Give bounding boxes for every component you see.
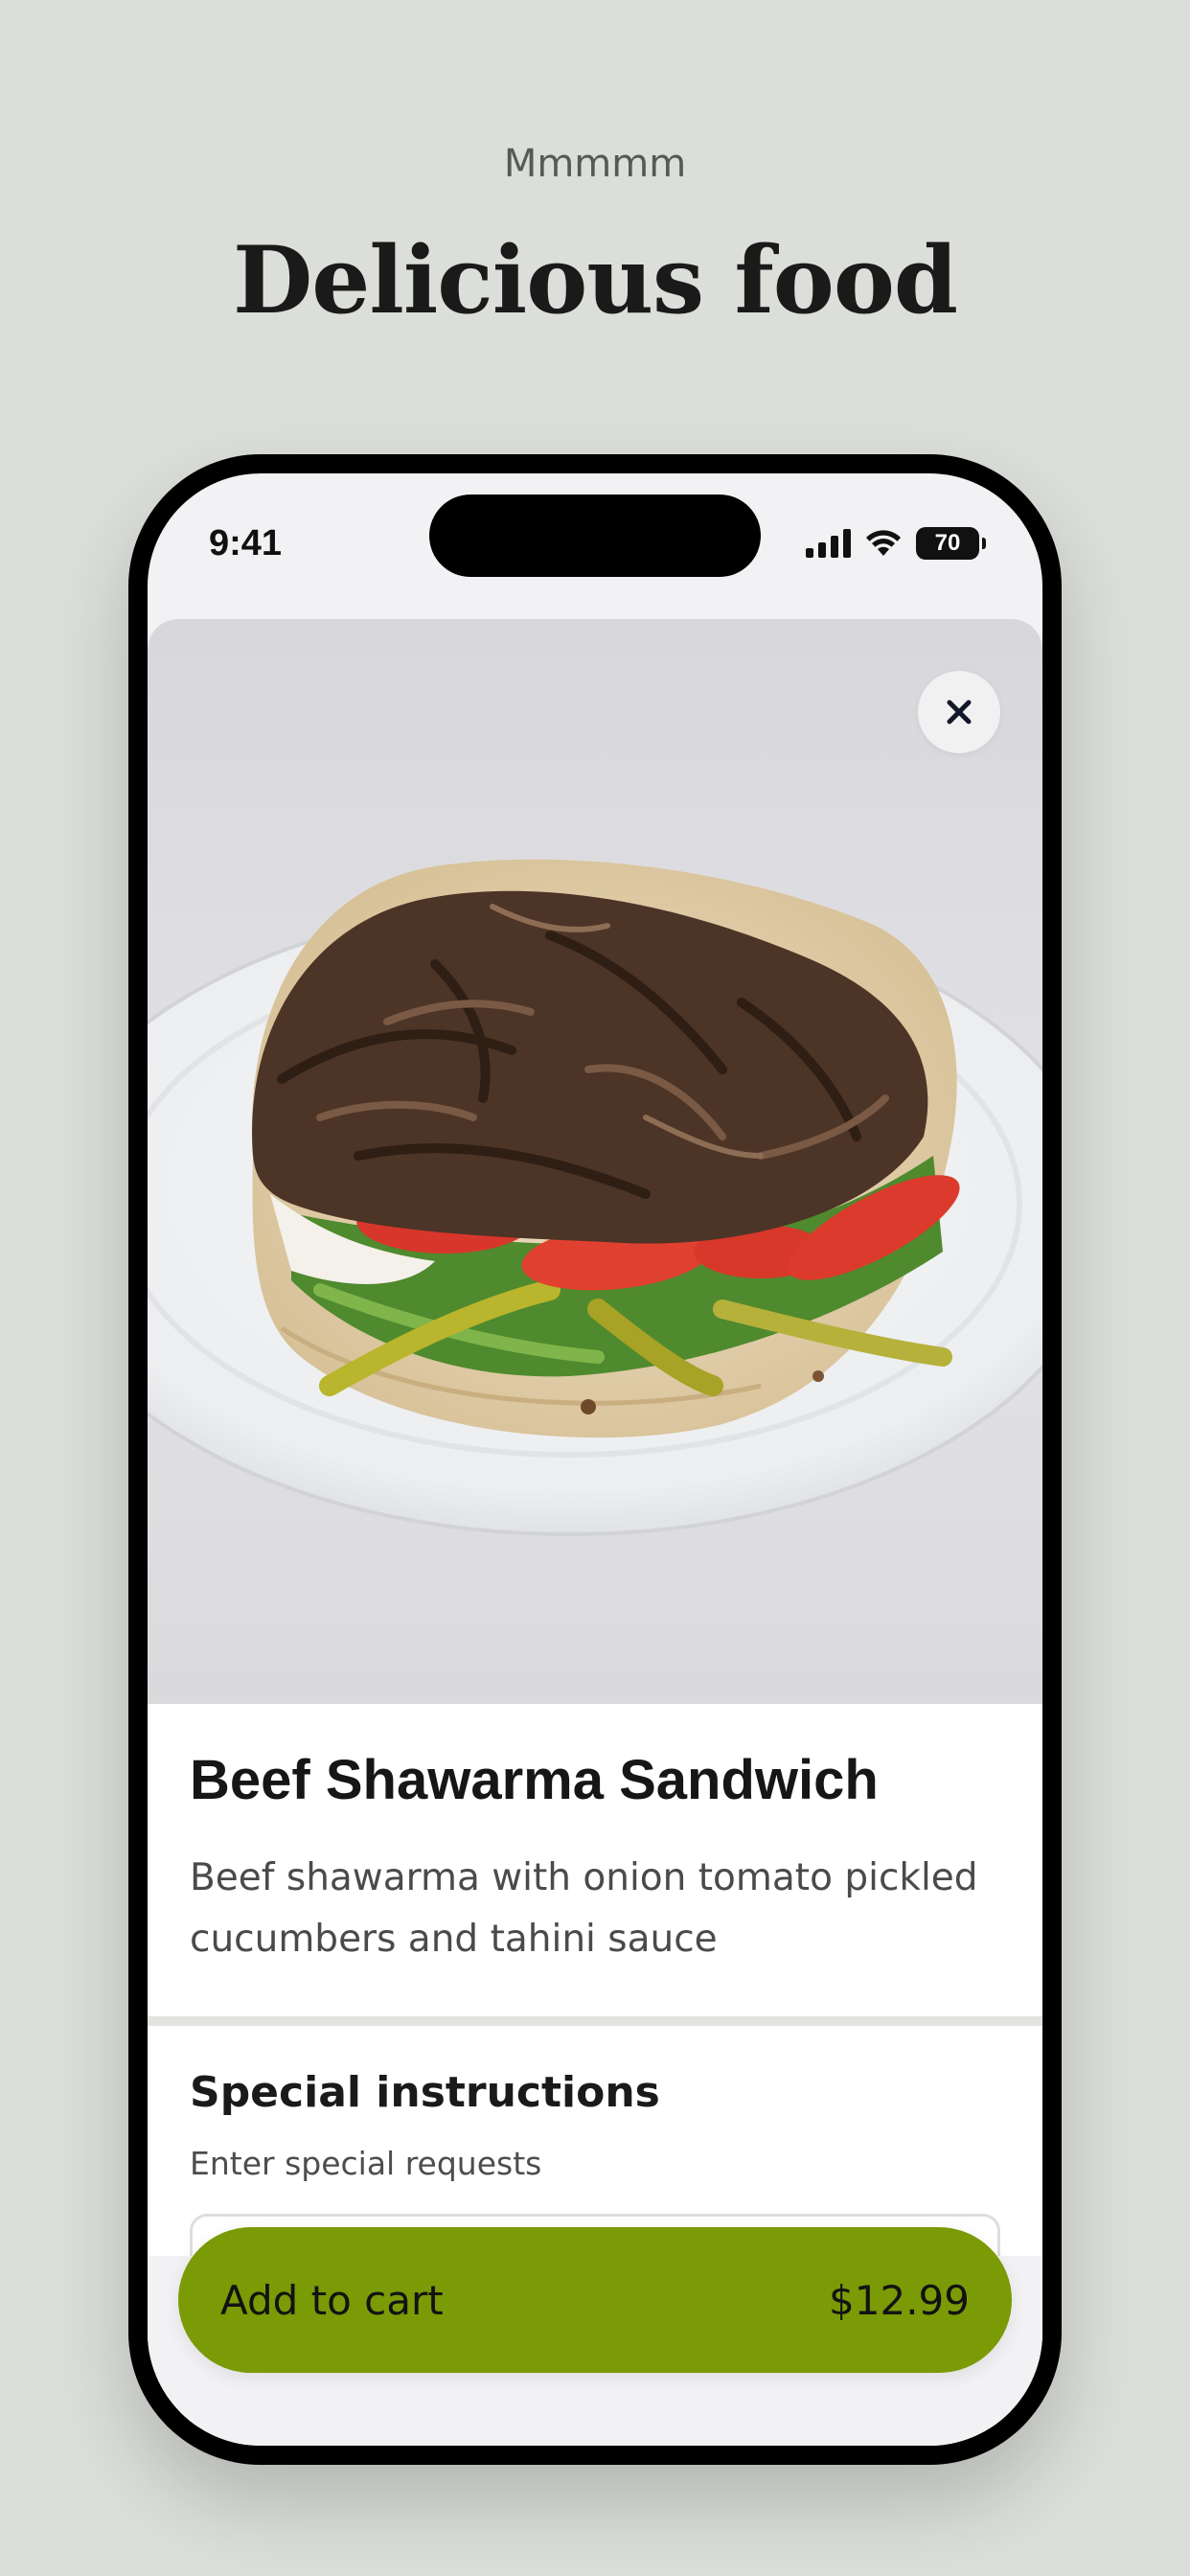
close-icon <box>947 700 972 724</box>
signal-icon <box>806 529 851 558</box>
shawarma-photo <box>148 619 1042 1704</box>
instructions-title: Special instructions <box>190 2068 660 2117</box>
add-to-cart-price: $12.99 <box>829 2276 970 2324</box>
headline: Delicious food <box>233 226 958 334</box>
status-time: 9:41 <box>209 523 283 564</box>
status-icons: 70 <box>806 527 986 560</box>
wifi-icon <box>866 530 901 556</box>
product-description: Beef shawarma with onion tomato pickled … <box>190 1856 978 1961</box>
section-divider <box>148 2016 1042 2026</box>
phone-screen: 9:41 70 Beef Shawarma Sandwich Beef shaw… <box>148 473 1042 2446</box>
product-title: Beef Shawarma Sandwich <box>190 1749 879 1811</box>
add-to-cart-button[interactable]: Add to cart $12.99 <box>178 2227 1012 2373</box>
close-button[interactable] <box>918 671 1000 753</box>
phone-frame: 9:41 70 Beef Shawarma Sandwich Beef shaw… <box>128 454 1062 2465</box>
add-to-cart-label: Add to cart <box>220 2276 444 2324</box>
product-sheet: Beef Shawarma Sandwich Beef shawarma wit… <box>148 619 1042 2446</box>
eyebrow-text: Mmmmm <box>503 142 687 186</box>
battery-icon: 70 <box>916 527 986 560</box>
instructions-subtitle: Enter special requests <box>190 2145 542 2182</box>
dynamic-island <box>429 494 761 577</box>
